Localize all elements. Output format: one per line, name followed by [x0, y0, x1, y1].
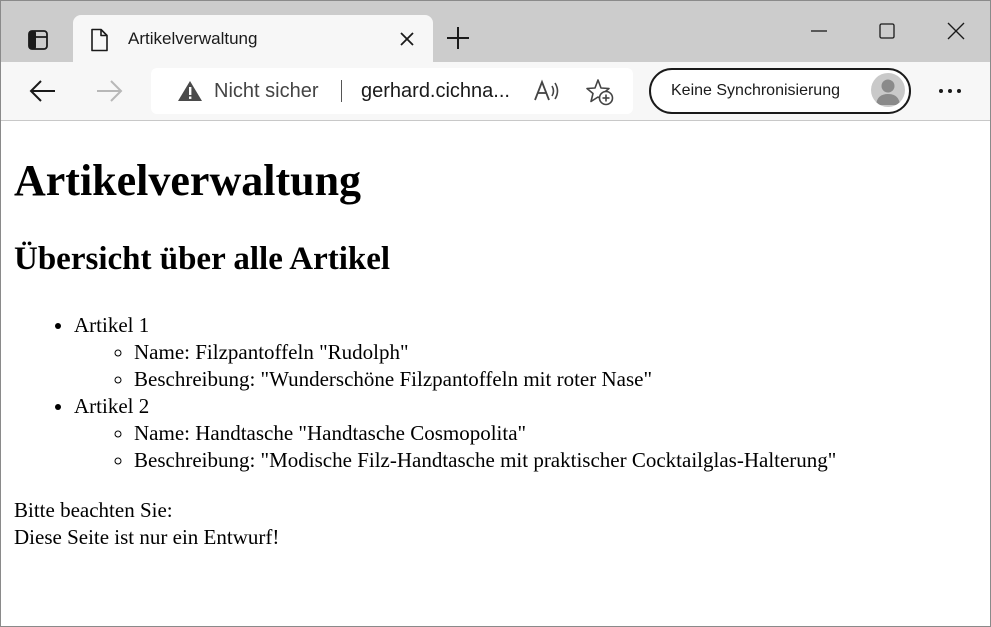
url-text[interactable]: gerhard.cichna...	[361, 80, 510, 103]
forward-button[interactable]	[93, 77, 127, 105]
browser-toolbar: Nicht sicher gerhard.cichna... Keine Syn…	[1, 62, 990, 121]
page-content: Artikelverwaltung Übersicht über alle Ar…	[1, 121, 990, 626]
add-favorite-icon[interactable]	[585, 78, 615, 106]
tab-actions-button[interactable]	[21, 23, 55, 57]
page-subtitle: Übersicht über alle Artikel	[14, 241, 391, 277]
page-icon	[91, 28, 108, 52]
page-title: Artikelverwaltung	[14, 156, 362, 205]
profile-sync-button[interactable]: Keine Synchronisierung	[649, 68, 911, 114]
article-details: Name: Handtasche "Handtasche Cosmopolita…	[74, 420, 836, 474]
draft-notice: Bitte beachten Sie: Diese Seite ist nur …	[14, 497, 279, 551]
warning-icon[interactable]	[177, 80, 203, 102]
address-bar[interactable]: Nicht sicher gerhard.cichna...	[151, 68, 633, 114]
list-item: Beschreibung: "Modische Filz-Handtasche …	[134, 447, 836, 474]
article-label: Artikel 2	[74, 394, 150, 418]
tab-actions-icon	[28, 30, 48, 50]
back-button[interactable]	[25, 77, 59, 105]
notice-line-1: Bitte beachten Sie:	[14, 498, 173, 522]
list-item: Artikel 1 Name: Filzpantoffeln "Rudolph"…	[74, 312, 836, 393]
read-aloud-icon[interactable]	[533, 79, 561, 103]
article-label: Artikel 1	[74, 313, 150, 337]
more-button[interactable]	[933, 80, 967, 102]
list-item: Name: Handtasche "Handtasche Cosmopolita…	[134, 420, 836, 447]
arrow-right-icon	[97, 80, 123, 102]
article-description: Beschreibung: "Modische Filz-Handtasche …	[134, 448, 837, 472]
window-close-button[interactable]	[944, 19, 968, 43]
notice-line-2: Diese Seite ist nur ein Entwurf!	[14, 525, 280, 549]
security-status-label[interactable]: Nicht sicher	[214, 80, 318, 103]
article-description: Beschreibung: "Wunderschöne Filzpantoffe…	[134, 367, 653, 391]
list-item: Name: Filzpantoffeln "Rudolph"	[134, 339, 836, 366]
more-icon	[939, 89, 961, 93]
tab-artikelverwaltung[interactable]: Artikelverwaltung	[73, 15, 433, 62]
user-avatar-icon	[876, 79, 900, 105]
tab-close-button[interactable]	[397, 29, 417, 49]
new-tab-button[interactable]	[445, 25, 471, 51]
list-item: Beschreibung: "Wunderschöne Filzpantoffe…	[134, 366, 836, 393]
browser-window: Artikelverwaltung Nicht sicher gerhard.c…	[0, 0, 991, 627]
article-list: Artikel 1 Name: Filzpantoffeln "Rudolph"…	[34, 312, 836, 474]
sync-status-label: Keine Synchronisierung	[671, 82, 840, 99]
list-item: Artikel 2 Name: Handtasche "Handtasche C…	[74, 393, 836, 474]
tab-strip: Artikelverwaltung	[1, 1, 990, 62]
address-separator	[341, 80, 342, 102]
minimize-button[interactable]	[807, 19, 831, 43]
plus-icon	[447, 27, 469, 49]
avatar	[871, 73, 905, 107]
article-name: Name: Filzpantoffeln "Rudolph"	[134, 340, 409, 364]
tab-title: Artikelverwaltung	[128, 29, 258, 48]
article-details: Name: Filzpantoffeln "Rudolph" Beschreib…	[74, 339, 836, 393]
arrow-left-icon	[29, 80, 55, 102]
article-name: Name: Handtasche "Handtasche Cosmopolita…	[134, 421, 527, 445]
maximize-button[interactable]	[875, 19, 899, 43]
